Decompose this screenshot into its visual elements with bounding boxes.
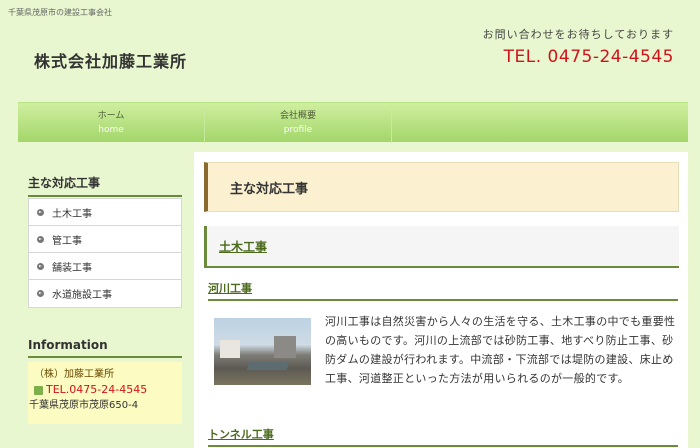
contact-message: お問い合わせをお待ちしております [482, 28, 674, 41]
sidebar-section-title: 主な対応工事 [28, 174, 182, 197]
site-tagline: 千葉県茂原市の建設工事会社 [8, 8, 112, 17]
section-heading: 土木工事 [204, 226, 679, 268]
sidebar-item-label: 舗装工事 [52, 262, 92, 274]
contact-tel[interactable]: TEL. 0475-24-4545 [504, 47, 674, 67]
subsection-heading-river[interactable]: 河川工事 [208, 280, 678, 301]
nav-item-profile[interactable]: 会社概要 profile [205, 103, 392, 143]
arrow-bullet-icon [37, 262, 44, 270]
nav-item-sublabel: home [98, 125, 124, 135]
phone-icon [34, 385, 43, 395]
nav-item-label: 会社概要 [279, 111, 316, 121]
arrow-bullet-icon [37, 290, 44, 297]
nav-item-empty [392, 103, 579, 143]
main-content: 主な対応工事 土木工事 河川工事 河川工事は自然災害から人々の生活を守る、土木工… [194, 152, 688, 448]
global-nav: ホーム home 会社概要 profile [18, 102, 688, 143]
sidebar-item-label: 水道施設工事 [52, 290, 112, 301]
sidebar-item-label: 管工事 [52, 235, 82, 247]
sidebar-item-label: 土木工事 [52, 208, 92, 220]
info-tel: TEL.0475-24-4545 [46, 383, 148, 396]
river-description: 河川工事は自然災害から人々の生活を守る、土木工事の中でも重要性の高いものです。河… [325, 315, 676, 385]
page-heading: 主な対応工事 [204, 162, 679, 212]
info-title: Information [28, 338, 182, 358]
subsection-heading-tunnel[interactable]: トンネル工事 [208, 426, 678, 447]
info-tel-row[interactable]: TEL.0475-24-4545 [34, 382, 176, 398]
section-heading-link[interactable]: 土木工事 [219, 238, 267, 255]
sidebar-item-water[interactable]: 水道施設工事 [29, 280, 181, 307]
nav-item-label: ホーム [97, 111, 125, 121]
nav-item-sublabel: profile [283, 125, 313, 135]
info-box: （株）加藤工業所 TEL.0475-24-4545 千葉県茂原市茂原650-4 [28, 362, 182, 424]
info-company: （株）加藤工業所 [34, 369, 114, 380]
arrow-bullet-icon [37, 235, 44, 243]
nav-item-home[interactable]: ホーム home [18, 103, 205, 143]
site-title[interactable]: 株式会社加藤工業所 [34, 48, 187, 72]
sidebar-item-paving[interactable]: 舗装工事 [29, 253, 181, 280]
river-photo [214, 318, 311, 385]
sidebar-item-pipe[interactable]: 管工事 [29, 226, 181, 253]
arrow-bullet-icon [37, 208, 44, 216]
sidebar-item-civil[interactable]: 土木工事 [29, 199, 181, 226]
info-address: 千葉県茂原市茂原650-4 [29, 400, 139, 411]
sidebar-menu: 土木工事 管工事 舗装工事 水道施設工事 [28, 198, 182, 308]
